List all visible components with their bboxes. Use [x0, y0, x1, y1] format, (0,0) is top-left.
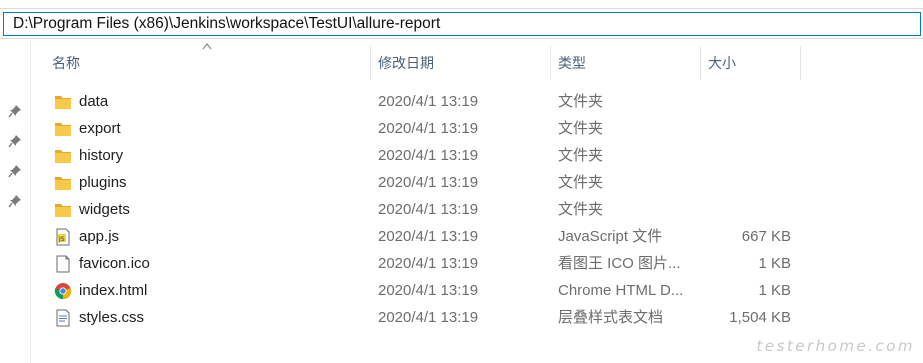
file-name: plugins: [79, 174, 127, 191]
file-name: styles.css: [79, 309, 145, 326]
file-size: 1,504 KB: [729, 309, 791, 326]
javascript-file-icon: JS: [54, 228, 72, 246]
folder-icon: [54, 174, 72, 192]
folder-icon: [54, 201, 72, 219]
pin-icon[interactable]: [8, 164, 22, 178]
file-date-modified: 2020/4/1 13:19: [378, 282, 479, 299]
column-divider[interactable]: [800, 46, 801, 80]
file-date-modified: 2020/4/1 13:19: [378, 255, 479, 272]
file-row[interactable]: history 2020/4/1 13:19 文件夹: [44, 142, 804, 169]
address-path-text: D:\Program Files (x86)\Jenkins\workspace…: [13, 15, 441, 32]
file-size: 1 KB: [758, 282, 791, 299]
file-name: app.js: [79, 228, 120, 245]
file-row[interactable]: widgets 2020/4/1 13:19 文件夹: [44, 196, 804, 223]
file-date-modified: 2020/4/1 13:19: [378, 201, 479, 218]
file-row[interactable]: JS app.js 2020/4/1 13:19 JavaScript 文件 667 K…: [44, 223, 804, 250]
column-header: 名称 修改日期 类型 大小: [44, 43, 923, 80]
file-name: history: [79, 147, 124, 164]
file-type: JavaScript 文件: [558, 228, 663, 245]
file-date-modified: 2020/4/1 13:19: [378, 93, 479, 110]
file-row[interactable]: plugins 2020/4/1 13:19 文件夹: [44, 169, 804, 196]
column-header-size[interactable]: 大小: [700, 46, 800, 80]
pin-icon[interactable]: [8, 194, 22, 208]
file-name: favicon.ico: [79, 255, 150, 272]
file-row[interactable]: index.html 2020/4/1 13:19 Chrome HTML D...…: [44, 277, 804, 304]
file-row[interactable]: data 2020/4/1 13:19 文件夹: [44, 88, 804, 115]
file-type: 文件夹: [558, 174, 604, 191]
file-type: 层叠样式表文档: [558, 309, 664, 326]
file-date-modified: 2020/4/1 13:19: [378, 309, 479, 326]
watermark: testerhome.com: [756, 337, 915, 355]
css-file-icon: [54, 309, 72, 327]
file-date-modified: 2020/4/1 13:19: [378, 228, 479, 245]
file-type: 文件夹: [558, 93, 604, 110]
file-row[interactable]: export 2020/4/1 13:19 文件夹: [44, 115, 804, 142]
address-input[interactable]: D:\Program Files (x86)\Jenkins\workspace…: [3, 12, 921, 36]
file-size: 667 KB: [741, 228, 791, 245]
file-date-modified: 2020/4/1 13:19: [378, 147, 479, 164]
file-date-modified: 2020/4/1 13:19: [378, 120, 479, 137]
file-name: data: [79, 93, 109, 110]
file-type: Chrome HTML D...: [558, 282, 684, 299]
blank-file-icon: [54, 255, 72, 273]
file-name: widgets: [79, 201, 130, 218]
file-name: index.html: [79, 282, 148, 299]
file-row[interactable]: favicon.ico 2020/4/1 13:19 看图王 ICO 图片... 1 …: [44, 250, 804, 277]
column-header-type[interactable]: 类型: [550, 46, 700, 80]
file-type: 文件夹: [558, 120, 604, 137]
quick-access-rail: [0, 40, 31, 363]
folder-icon: [54, 147, 72, 165]
column-header-date[interactable]: 修改日期: [370, 46, 550, 80]
pin-icon[interactable]: [8, 134, 22, 148]
column-header-name[interactable]: 名称: [44, 46, 370, 80]
folder-icon: [54, 93, 72, 111]
file-date-modified: 2020/4/1 13:19: [378, 174, 479, 191]
folder-icon: [54, 120, 72, 138]
file-name: export: [79, 120, 121, 137]
file-type: 文件夹: [558, 201, 604, 218]
file-type: 看图王 ICO 图片...: [558, 255, 681, 272]
file-type: 文件夹: [558, 147, 604, 164]
file-row[interactable]: styles.css 2020/4/1 13:19 层叠样式表文档 1,504 KB: [44, 304, 804, 331]
address-bar: D:\Program Files (x86)\Jenkins\workspace…: [0, 8, 923, 39]
pin-icon[interactable]: [8, 104, 22, 118]
svg-text:JS: JS: [58, 236, 65, 243]
file-size: 1 KB: [758, 255, 791, 272]
chrome-icon: [54, 282, 72, 300]
